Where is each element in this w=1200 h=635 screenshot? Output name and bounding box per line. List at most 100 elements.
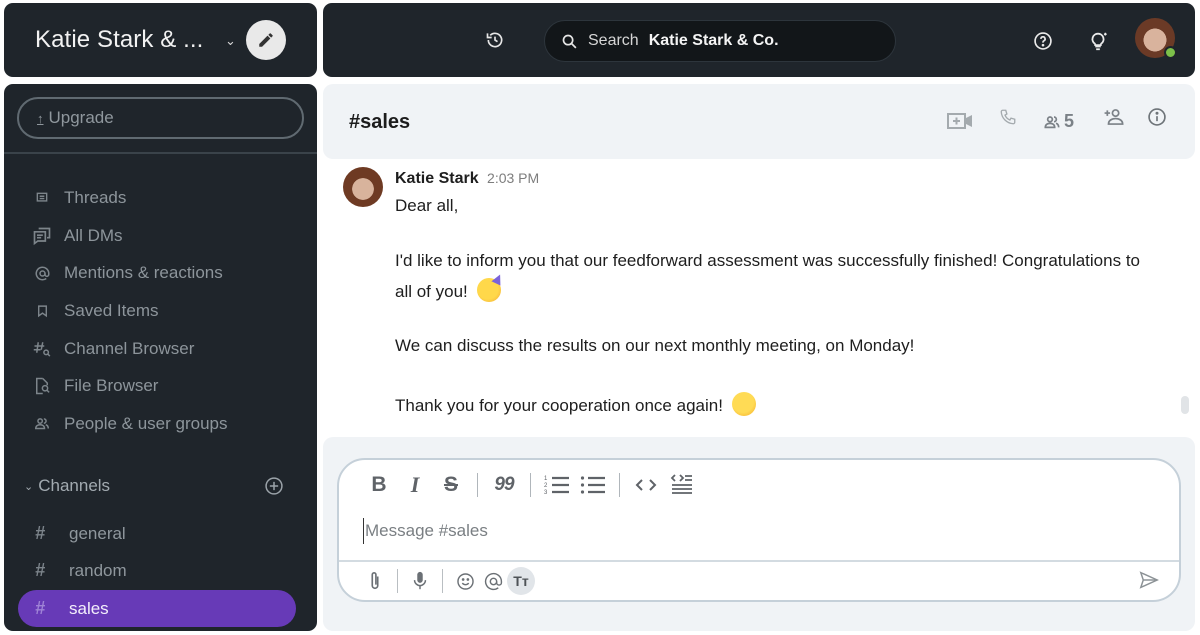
send-icon — [1139, 571, 1159, 589]
sidebar-item-label: Threads — [64, 187, 127, 207]
video-call-button[interactable] — [947, 111, 973, 136]
sidebar-item-label: Channel Browser — [64, 338, 195, 358]
channel-search-icon — [32, 339, 52, 359]
sidebar-item-mentions[interactable]: Mentions & reactions — [4, 254, 317, 292]
message-text-line: Thank you for your cooperation once agai… — [395, 392, 756, 416]
channel-item-sales[interactable]: # sales — [18, 590, 296, 627]
toolbar-divider — [397, 569, 398, 593]
message-composer: B I S 99 123 Message #sales Tт — [337, 458, 1181, 602]
svg-text:1: 1 — [544, 476, 548, 482]
sidebar-item-label: Mentions & reactions — [64, 263, 223, 283]
italic-button[interactable]: I — [397, 472, 433, 498]
sidebar-item-label: Saved Items — [64, 300, 159, 320]
sidebar-item-people[interactable]: People & user groups — [4, 405, 317, 443]
message-timestamp[interactable]: 2:03 PM — [487, 170, 539, 186]
channel-item-general[interactable]: # general — [18, 515, 296, 552]
search-label: Search — [588, 32, 639, 49]
at-sign-icon — [32, 263, 52, 283]
numbered-list-button[interactable]: 123 — [539, 472, 575, 498]
history-button[interactable] — [485, 30, 505, 50]
members-button[interactable]: 5 — [1043, 111, 1074, 132]
hash-icon: # — [35, 523, 46, 543]
message-text-line: Dear all, — [395, 196, 459, 215]
toolbar-divider — [619, 473, 620, 497]
new-message-button[interactable] — [245, 20, 286, 60]
formatting-toolbar: B I S 99 123 — [361, 472, 700, 498]
paperclip-icon — [371, 572, 379, 590]
author-avatar[interactable] — [343, 167, 383, 207]
pencil-icon — [259, 33, 273, 47]
online-status-indicator — [1164, 46, 1177, 59]
channel-item-random[interactable]: # random — [18, 552, 296, 589]
bulleted-list-button[interactable] — [575, 472, 611, 498]
text-formatting-toggle[interactable]: Tт — [507, 567, 535, 595]
author-name[interactable]: Katie Stark — [395, 170, 479, 187]
help-button[interactable] — [1033, 31, 1053, 56]
voice-message-button[interactable] — [406, 567, 434, 595]
help-circle-icon — [1034, 32, 1052, 50]
code-block-button[interactable] — [664, 472, 700, 498]
chevron-down-icon[interactable]: ⌄ — [225, 33, 236, 49]
numbered-list-icon: 123 — [544, 476, 569, 496]
search-input[interactable]: Search Katie Stark & Co. — [544, 20, 896, 62]
workspace-name[interactable]: Katie Stark & ... — [35, 26, 215, 54]
attach-file-button[interactable] — [361, 567, 389, 595]
upgrade-icon: ↑ — [37, 110, 44, 126]
strikethrough-button[interactable]: S — [433, 472, 469, 498]
toolbar-divider — [442, 569, 443, 593]
call-button[interactable] — [999, 108, 1017, 131]
microphone-icon — [413, 571, 427, 590]
sidebar-nav: Threads All DMs Mentions & reactions Sav… — [4, 179, 317, 443]
whats-new-button[interactable] — [1087, 30, 1109, 57]
code-button[interactable] — [628, 472, 664, 498]
emoji-button[interactable] — [451, 567, 479, 595]
scrollbar-thumb[interactable] — [1181, 396, 1189, 414]
message-input[interactable] — [363, 518, 1153, 544]
message-text-line: all of you! — [395, 278, 501, 302]
toolbar-divider — [477, 473, 478, 497]
phone-icon — [1000, 109, 1016, 125]
member-count: 5 — [1064, 111, 1075, 131]
code-icon — [635, 479, 657, 491]
channels-section-header[interactable]: ⌄ Channels — [4, 472, 317, 500]
upgrade-label: Upgrade — [48, 108, 114, 127]
bulleted-list-icon — [580, 476, 605, 494]
chevron-down-icon[interactable]: ⌄ — [24, 480, 33, 493]
message-text-line: We can discuss the results on our next m… — [395, 336, 915, 355]
search-icon — [562, 34, 577, 48]
bold-button[interactable]: B — [361, 472, 397, 498]
upgrade-button[interactable]: ↑ Upgrade — [17, 97, 304, 139]
threads-icon — [32, 188, 52, 208]
sidebar-item-channel-browser[interactable]: Channel Browser — [4, 330, 317, 368]
sidebar-item-threads[interactable]: Threads — [4, 179, 317, 217]
svg-text:3: 3 — [544, 490, 548, 496]
mention-button[interactable] — [479, 567, 507, 595]
people-icon — [32, 414, 52, 434]
info-icon — [1148, 108, 1166, 126]
sidebar-divider — [4, 152, 317, 154]
quote-button[interactable]: 99 — [486, 472, 522, 498]
channel-name: general — [69, 523, 126, 543]
send-button[interactable] — [1139, 571, 1159, 594]
channel-name: sales — [69, 598, 109, 618]
code-block-icon — [670, 474, 692, 494]
message-list: Katie Stark 2:03 PM Dear all, I'd like t… — [323, 159, 1195, 435]
add-channel-button[interactable] — [264, 476, 284, 501]
add-member-button[interactable] — [1103, 108, 1125, 131]
channel-info-button[interactable] — [1147, 107, 1167, 132]
message-text: all of you! — [395, 282, 468, 301]
sidebar-item-label: People & user groups — [64, 413, 228, 433]
channel-header: #sales 5 — [323, 84, 1195, 159]
video-call-icon — [947, 113, 972, 129]
sidebar-item-file-browser[interactable]: File Browser — [4, 367, 317, 405]
direct-messages-icon — [32, 226, 52, 246]
sidebar-item-all-dms[interactable]: All DMs — [4, 217, 317, 255]
channel-name: random — [69, 560, 127, 580]
bookmark-icon — [32, 301, 52, 321]
smiley-icon — [456, 572, 474, 590]
user-avatar[interactable] — [1135, 18, 1177, 59]
sidebar-item-saved-items[interactable]: Saved Items — [4, 292, 317, 330]
channels-header-label: Channels — [38, 476, 111, 495]
history-icon — [486, 32, 503, 48]
top-bar: Search Katie Stark & Co. — [323, 3, 1195, 77]
